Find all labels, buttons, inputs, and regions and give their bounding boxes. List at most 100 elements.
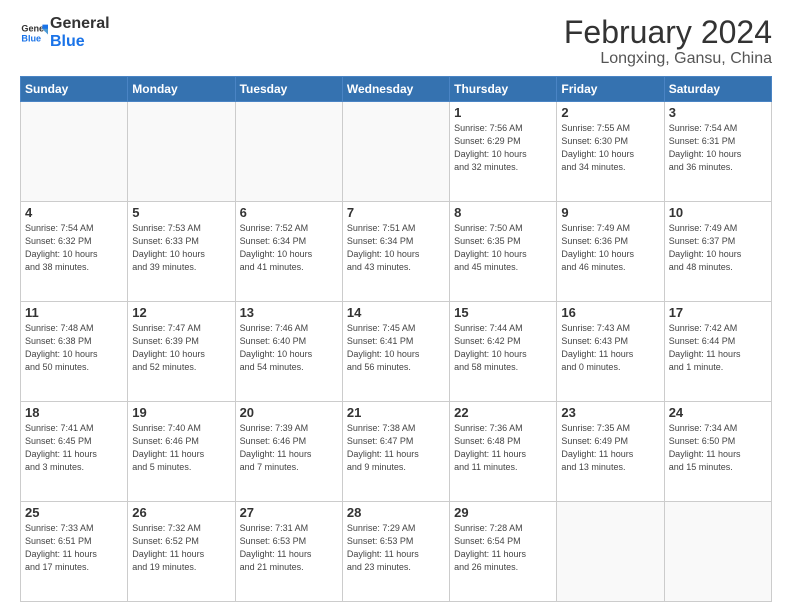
day-number: 6 (240, 205, 338, 220)
day-info: Sunrise: 7:35 AM Sunset: 6:49 PM Dayligh… (561, 422, 659, 474)
page: General Blue General Blue February 2024 … (0, 0, 792, 612)
table-row (21, 102, 128, 202)
day-number: 10 (669, 205, 767, 220)
day-info: Sunrise: 7:40 AM Sunset: 6:46 PM Dayligh… (132, 422, 230, 474)
table-row: 7 Sunrise: 7:51 AM Sunset: 6:34 PM Daylig… (342, 202, 449, 302)
day-number: 5 (132, 205, 230, 220)
table-row: 15 Sunrise: 7:44 AM Sunset: 6:42 PM Dayli… (450, 302, 557, 402)
table-row: 19 Sunrise: 7:40 AM Sunset: 6:46 PM Dayli… (128, 402, 235, 502)
day-number: 28 (347, 505, 445, 520)
table-row: 22Sunrise: 7:36 AM Sunset: 6:48 PM Dayli… (450, 402, 557, 502)
col-sunday: Sunday (21, 77, 128, 102)
logo-line1: General (50, 15, 110, 33)
table-row: 23 Sunrise: 7:35 AM Sunset: 6:49 PM Dayli… (557, 402, 664, 502)
day-info: Sunrise: 7:47 AM Sunset: 6:39 PM Dayligh… (132, 322, 230, 374)
table-row: 26 Sunrise: 7:32 AM Sunset: 6:52 PM Dayli… (128, 502, 235, 602)
table-row: 14Sunrise: 7:45 AM Sunset: 6:41 PM Dayli… (342, 302, 449, 402)
logo: General Blue General Blue (20, 15, 110, 50)
day-number: 24 (669, 405, 767, 420)
day-info: Sunrise: 7:51 AM Sunset: 6:34 PM Dayligh… (347, 222, 445, 274)
table-row: 4 Sunrise: 7:54 AM Sunset: 6:32 PM Daylig… (21, 202, 128, 302)
table-row: 27 Sunrise: 7:31 AM Sunset: 6:53 PM Dayli… (235, 502, 342, 602)
logo-icon: General Blue (20, 19, 48, 47)
day-number: 26 (132, 505, 230, 520)
day-number: 12 (132, 305, 230, 320)
day-info: Sunrise: 7:31 AM Sunset: 6:53 PM Dayligh… (240, 522, 338, 574)
table-row: 29 Sunrise: 7:28 AM Sunset: 6:54 PM Dayli… (450, 502, 557, 602)
header-row: Sunday Monday Tuesday Wednesday Thursday… (21, 77, 772, 102)
day-number: 25 (25, 505, 123, 520)
day-number: 8 (454, 205, 552, 220)
day-info: Sunrise: 7:46 AM Sunset: 6:40 PM Dayligh… (240, 322, 338, 374)
table-row: 16 Sunrise: 7:43 AM Sunset: 6:43 PM Dayli… (557, 302, 664, 402)
day-info: Sunrise: 7:33 AM Sunset: 6:51 PM Dayligh… (25, 522, 123, 574)
day-number: 29 (454, 505, 552, 520)
day-number: 27 (240, 505, 338, 520)
main-title: February 2024 (564, 15, 772, 50)
table-row: 3 Sunrise: 7:54 AM Sunset: 6:31 PM Daylig… (664, 102, 771, 202)
day-number: 18 (25, 405, 123, 420)
calendar-table: Sunday Monday Tuesday Wednesday Thursday… (20, 76, 772, 602)
table-row: 25 Sunrise: 7:33 AM Sunset: 6:51 PM Dayli… (21, 502, 128, 602)
day-info: Sunrise: 7:29 AM Sunset: 6:53 PM Dayligh… (347, 522, 445, 574)
table-row: 8 Sunrise: 7:50 AM Sunset: 6:35 PM Daylig… (450, 202, 557, 302)
day-number: 3 (669, 105, 767, 120)
day-number: 19 (132, 405, 230, 420)
table-row: 5Sunrise: 7:53 AM Sunset: 6:33 PM Daylig… (128, 202, 235, 302)
day-number: 20 (240, 405, 338, 420)
day-info: Sunrise: 7:56 AM Sunset: 6:29 PM Dayligh… (454, 122, 552, 174)
day-info: Sunrise: 7:50 AM Sunset: 6:35 PM Dayligh… (454, 222, 552, 274)
table-row (342, 102, 449, 202)
col-monday: Monday (128, 77, 235, 102)
table-row: 9Sunrise: 7:49 AM Sunset: 6:36 PM Daylig… (557, 202, 664, 302)
day-info: Sunrise: 7:28 AM Sunset: 6:54 PM Dayligh… (454, 522, 552, 574)
day-info: Sunrise: 7:34 AM Sunset: 6:50 PM Dayligh… (669, 422, 767, 474)
col-saturday: Saturday (664, 77, 771, 102)
table-row: 20 Sunrise: 7:39 AM Sunset: 6:46 PM Dayli… (235, 402, 342, 502)
table-row: 6 Sunrise: 7:52 AM Sunset: 6:34 PM Daylig… (235, 202, 342, 302)
header: General Blue General Blue February 2024 … (20, 15, 772, 68)
col-friday: Friday (557, 77, 664, 102)
day-info: Sunrise: 7:52 AM Sunset: 6:34 PM Dayligh… (240, 222, 338, 274)
day-number: 16 (561, 305, 659, 320)
day-number: 13 (240, 305, 338, 320)
day-info: Sunrise: 7:54 AM Sunset: 6:32 PM Dayligh… (25, 222, 123, 274)
day-number: 21 (347, 405, 445, 420)
table-row: 12 Sunrise: 7:47 AM Sunset: 6:39 PM Dayli… (128, 302, 235, 402)
day-number: 23 (561, 405, 659, 420)
day-info: Sunrise: 7:55 AM Sunset: 6:30 PM Dayligh… (561, 122, 659, 174)
table-row: 21Sunrise: 7:38 AM Sunset: 6:47 PM Dayli… (342, 402, 449, 502)
table-row: 2 Sunrise: 7:55 AM Sunset: 6:30 PM Daylig… (557, 102, 664, 202)
table-row (128, 102, 235, 202)
day-info: Sunrise: 7:41 AM Sunset: 6:45 PM Dayligh… (25, 422, 123, 474)
day-info: Sunrise: 7:44 AM Sunset: 6:42 PM Dayligh… (454, 322, 552, 374)
day-number: 1 (454, 105, 552, 120)
logo-line2: Blue (50, 33, 110, 51)
day-info: Sunrise: 7:43 AM Sunset: 6:43 PM Dayligh… (561, 322, 659, 374)
table-row: 1 Sunrise: 7:56 AM Sunset: 6:29 PM Daylig… (450, 102, 557, 202)
day-number: 7 (347, 205, 445, 220)
table-row: 11Sunrise: 7:48 AM Sunset: 6:38 PM Dayli… (21, 302, 128, 402)
day-number: 15 (454, 305, 552, 320)
day-info: Sunrise: 7:54 AM Sunset: 6:31 PM Dayligh… (669, 122, 767, 174)
svg-text:Blue: Blue (21, 33, 41, 43)
day-info: Sunrise: 7:39 AM Sunset: 6:46 PM Dayligh… (240, 422, 338, 474)
day-number: 4 (25, 205, 123, 220)
col-wednesday: Wednesday (342, 77, 449, 102)
day-number: 17 (669, 305, 767, 320)
day-number: 2 (561, 105, 659, 120)
col-tuesday: Tuesday (235, 77, 342, 102)
col-thursday: Thursday (450, 77, 557, 102)
table-row (664, 502, 771, 602)
subtitle: Longxing, Gansu, China (564, 50, 772, 68)
day-info: Sunrise: 7:49 AM Sunset: 6:36 PM Dayligh… (561, 222, 659, 274)
day-number: 22 (454, 405, 552, 420)
table-row (235, 102, 342, 202)
table-row: 10Sunrise: 7:49 AM Sunset: 6:37 PM Dayli… (664, 202, 771, 302)
table-row: 28 Sunrise: 7:29 AM Sunset: 6:53 PM Dayli… (342, 502, 449, 602)
table-row: 18 Sunrise: 7:41 AM Sunset: 6:45 PM Dayli… (21, 402, 128, 502)
day-number: 11 (25, 305, 123, 320)
table-row: 17Sunrise: 7:42 AM Sunset: 6:44 PM Dayli… (664, 302, 771, 402)
day-info: Sunrise: 7:32 AM Sunset: 6:52 PM Dayligh… (132, 522, 230, 574)
day-info: Sunrise: 7:45 AM Sunset: 6:41 PM Dayligh… (347, 322, 445, 374)
